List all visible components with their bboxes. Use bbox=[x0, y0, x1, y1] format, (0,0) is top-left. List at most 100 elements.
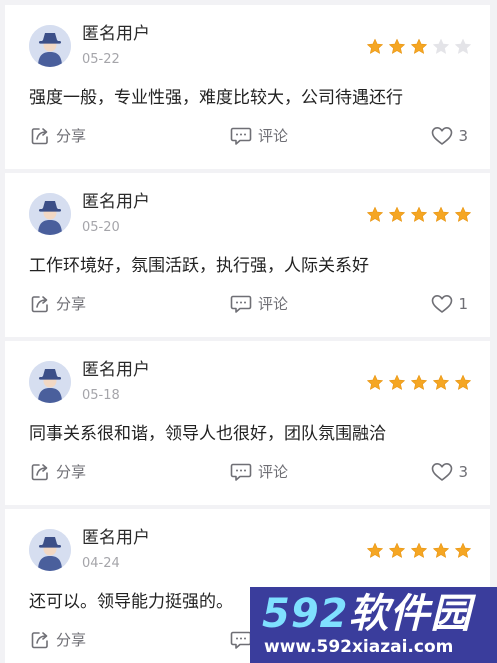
review-date: 04-24 bbox=[82, 556, 120, 571]
star-filled-icon bbox=[432, 542, 450, 559]
rating-stars bbox=[366, 542, 472, 559]
review-list-page: 匿名用户 05-22 强度一般，专业性强，难度比较大，公司待遇还行 分享 评论 bbox=[0, 0, 497, 663]
star-icon bbox=[411, 38, 427, 54]
star-filled-icon bbox=[388, 206, 406, 223]
star-icon bbox=[389, 38, 405, 54]
heart-icon bbox=[432, 463, 453, 481]
share-icon bbox=[31, 296, 48, 313]
avatar[interactable] bbox=[29, 529, 71, 571]
comment-label: 评论 bbox=[258, 127, 289, 145]
star-filled-icon bbox=[454, 542, 472, 559]
heart-icon bbox=[432, 127, 453, 145]
star-icon bbox=[455, 374, 471, 390]
star-icon bbox=[433, 374, 449, 390]
avatar[interactable] bbox=[29, 361, 71, 403]
avatar[interactable] bbox=[29, 25, 71, 67]
star-icon bbox=[411, 374, 427, 390]
username: 匿名用户 bbox=[82, 192, 150, 212]
comment-button[interactable]: 评论 bbox=[230, 294, 288, 314]
anonymous-user-icon bbox=[29, 529, 71, 571]
star-filled-icon bbox=[410, 38, 428, 55]
comment-icon bbox=[230, 295, 252, 313]
like-button[interactable]: 3 bbox=[431, 126, 468, 146]
watermark-brand-text: 软件园 bbox=[348, 591, 472, 637]
star-icon bbox=[455, 206, 471, 222]
share-label: 分享 bbox=[56, 463, 87, 481]
share-button[interactable]: 分享 bbox=[30, 630, 86, 650]
star-filled-icon bbox=[366, 206, 384, 223]
watermark-url: www.592xiazai.com bbox=[264, 637, 454, 657]
anonymous-user-icon bbox=[29, 193, 71, 235]
like-count: 3 bbox=[458, 463, 468, 481]
site-watermark: 592软件园 www.592xiazai.com bbox=[250, 587, 497, 663]
comment-label: 评论 bbox=[258, 463, 289, 481]
share-button[interactable]: 分享 bbox=[30, 126, 86, 146]
watermark-brand-number: 592 bbox=[262, 591, 349, 637]
anonymous-user-icon bbox=[29, 25, 71, 67]
like-button[interactable]: 1 bbox=[431, 294, 468, 314]
star-filled-icon bbox=[454, 206, 472, 223]
heart-icon bbox=[432, 295, 453, 313]
review-card: 匿名用户 05-18 同事关系很和谐，领导人也很好，团队氛围融洽 分享 评论 3 bbox=[5, 341, 490, 505]
comment-icon bbox=[230, 127, 252, 145]
star-filled-icon bbox=[388, 542, 406, 559]
star-filled-icon bbox=[410, 206, 428, 223]
share-label: 分享 bbox=[56, 295, 87, 313]
star-icon bbox=[367, 542, 383, 558]
username: 匿名用户 bbox=[82, 24, 150, 44]
star-icon bbox=[433, 206, 449, 222]
share-button[interactable]: 分享 bbox=[30, 462, 86, 482]
star-filled-icon bbox=[432, 374, 450, 391]
star-icon bbox=[411, 206, 427, 222]
star-filled-icon bbox=[388, 38, 406, 55]
review-text: 同事关系很和谐，领导人也很好，团队氛围融洽 bbox=[29, 424, 386, 444]
share-label: 分享 bbox=[56, 631, 87, 649]
star-icon bbox=[433, 542, 449, 558]
rating-stars bbox=[366, 206, 472, 223]
share-icon bbox=[31, 128, 48, 145]
comment-label: 评论 bbox=[258, 295, 289, 313]
star-filled-icon bbox=[454, 374, 472, 391]
comment-icon bbox=[230, 463, 252, 481]
review-text: 工作环境好，氛围活跃，执行强，人际关系好 bbox=[29, 256, 369, 276]
avatar[interactable] bbox=[29, 193, 71, 235]
star-icon bbox=[367, 38, 383, 54]
star-icon bbox=[367, 374, 383, 390]
star-filled-icon bbox=[366, 38, 384, 55]
star-icon bbox=[411, 542, 427, 558]
share-icon bbox=[31, 464, 48, 481]
star-empty-icon bbox=[454, 38, 472, 55]
share-button[interactable]: 分享 bbox=[30, 294, 86, 314]
review-date: 05-20 bbox=[82, 220, 120, 235]
review-date: 05-22 bbox=[82, 52, 120, 67]
comment-button[interactable]: 评论 bbox=[230, 126, 288, 146]
star-filled-icon bbox=[432, 206, 450, 223]
star-icon bbox=[433, 38, 449, 54]
like-count: 1 bbox=[458, 295, 468, 313]
star-filled-icon bbox=[366, 374, 384, 391]
comment-button[interactable]: 评论 bbox=[230, 462, 288, 482]
star-icon bbox=[455, 38, 471, 54]
star-icon bbox=[389, 374, 405, 390]
comment-icon bbox=[230, 631, 252, 649]
share-icon bbox=[31, 632, 48, 649]
star-empty-icon bbox=[432, 38, 450, 55]
rating-stars bbox=[366, 38, 472, 55]
star-icon bbox=[389, 542, 405, 558]
star-filled-icon bbox=[388, 374, 406, 391]
username: 匿名用户 bbox=[82, 528, 150, 548]
star-icon bbox=[455, 542, 471, 558]
review-date: 05-18 bbox=[82, 388, 120, 403]
username: 匿名用户 bbox=[82, 360, 150, 380]
like-count: 3 bbox=[458, 127, 468, 145]
review-card: 匿名用户 05-22 强度一般，专业性强，难度比较大，公司待遇还行 分享 评论 bbox=[5, 5, 490, 169]
watermark-brand: 592软件园 bbox=[262, 591, 472, 637]
anonymous-user-icon bbox=[29, 361, 71, 403]
like-button[interactable]: 3 bbox=[431, 462, 468, 482]
star-icon bbox=[389, 206, 405, 222]
star-icon bbox=[367, 206, 383, 222]
review-text: 强度一般，专业性强，难度比较大，公司待遇还行 bbox=[29, 88, 403, 108]
star-filled-icon bbox=[410, 542, 428, 559]
review-card: 匿名用户 05-20 工作环境好，氛围活跃，执行强，人际关系好 分享 评论 1 bbox=[5, 173, 490, 337]
star-filled-icon bbox=[366, 542, 384, 559]
